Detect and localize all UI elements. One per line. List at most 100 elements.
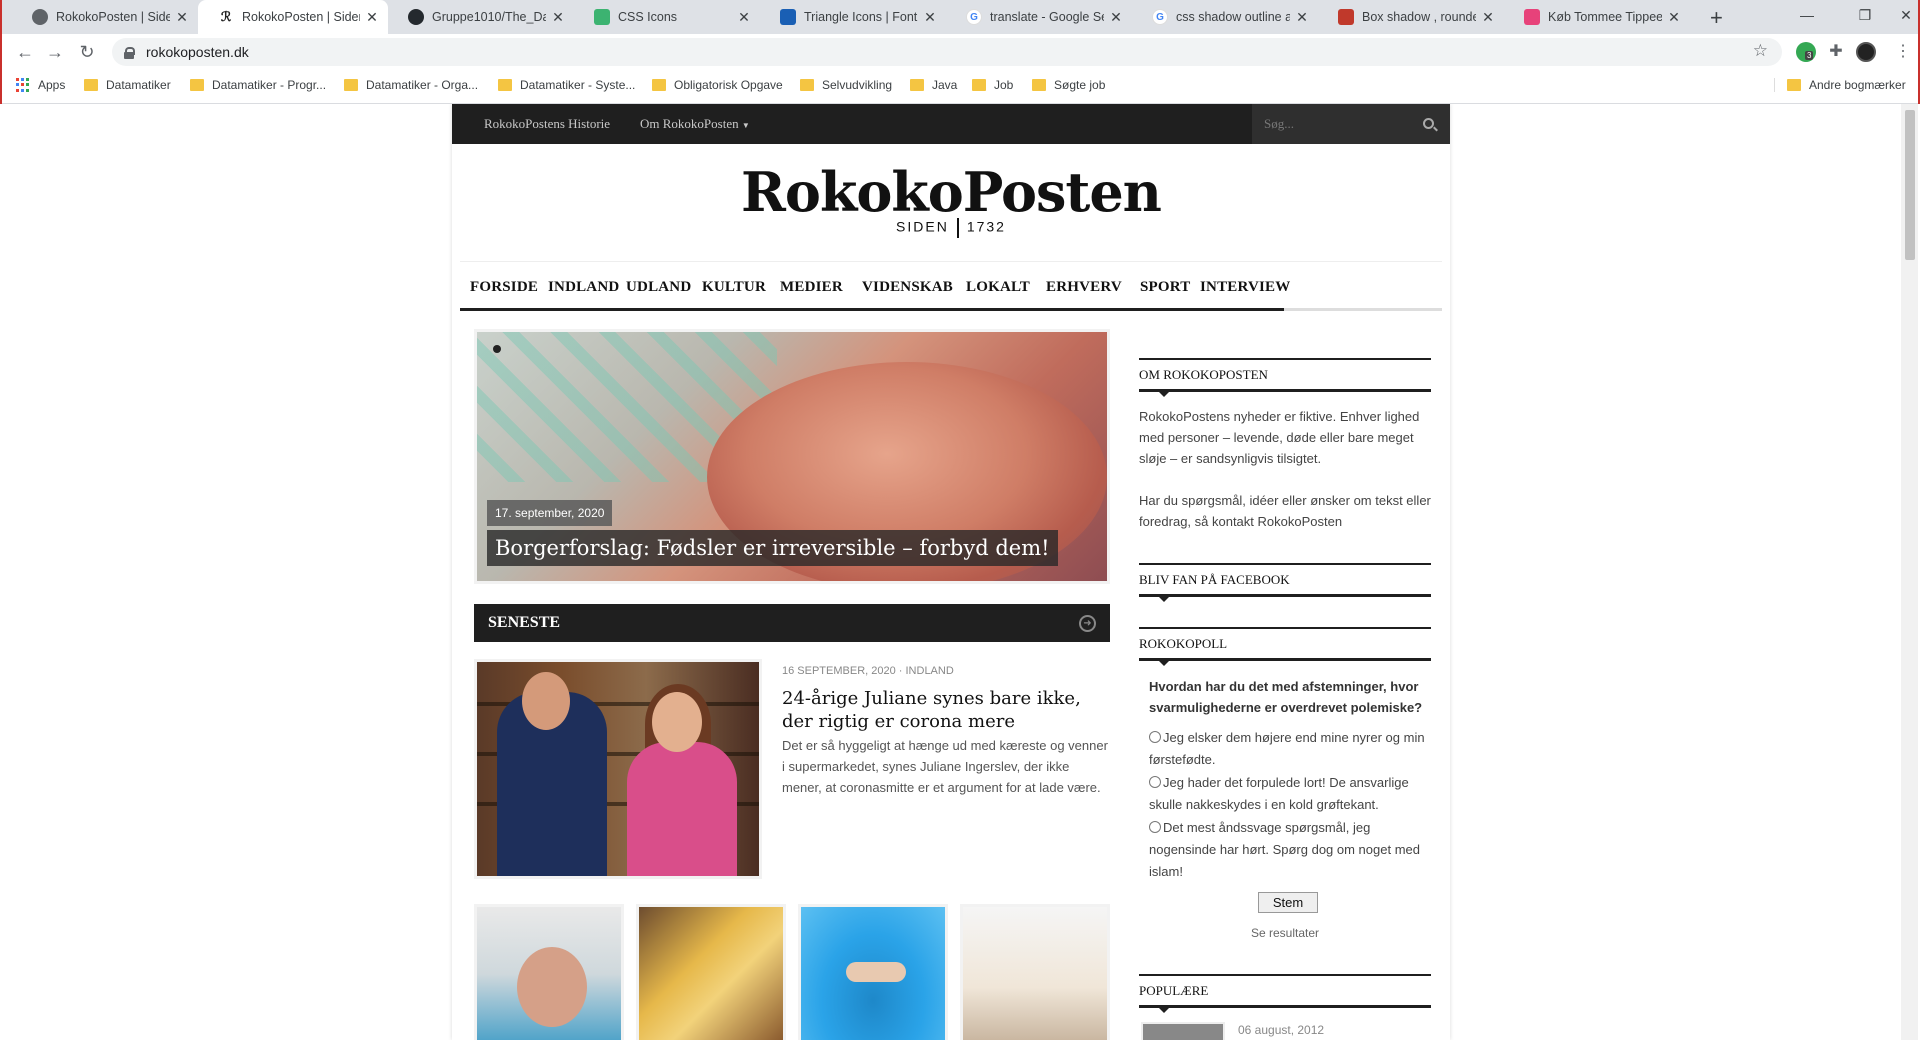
avatar[interactable]	[1856, 42, 1876, 62]
folder-icon	[972, 79, 986, 91]
top-nav: RokokoPostens Historie Om RokokoPosten ▼…	[452, 104, 1450, 144]
close-tab-icon[interactable]: ✕	[736, 9, 752, 26]
caret-down-icon: ▼	[741, 121, 750, 130]
poll-option[interactable]: Jeg hader det forpulede lort! De ansvarl…	[1149, 772, 1431, 816]
article-thumbnail[interactable]	[474, 904, 624, 1040]
close-tab-icon[interactable]: ✕	[174, 9, 190, 26]
folder-icon	[84, 79, 98, 91]
other-bookmarks[interactable]: Andre bogmærker	[1774, 78, 1906, 92]
article-thumbnail[interactable]	[636, 904, 786, 1040]
nav-kultur[interactable]: KULTUR	[702, 279, 766, 296]
extensions-puzzle-icon[interactable]: ✚	[1826, 42, 1846, 62]
nav-interview[interactable]: INTERVIEW	[1200, 279, 1290, 296]
folder-icon	[1032, 79, 1046, 91]
scrollbar[interactable]	[1901, 104, 1918, 1040]
bookmark-star-icon[interactable]: ☆	[1753, 41, 1768, 61]
close-tab-icon[interactable]: ✕	[1480, 9, 1496, 26]
see-results-link[interactable]: Se resultater	[1139, 926, 1431, 940]
tab-favicon-icon	[1524, 9, 1540, 25]
close-tab-icon[interactable]: ✕	[1294, 9, 1310, 26]
back-icon[interactable]: ←	[12, 39, 38, 65]
nav-sport[interactable]: SPORT	[1140, 279, 1190, 296]
restore-icon[interactable]: ❐	[1836, 0, 1894, 30]
bookmark-folder[interactable]: Datamatiker	[84, 78, 171, 92]
arrow-right-icon[interactable]: ➜	[1079, 615, 1096, 632]
bookmark-folder[interactable]: Selvudvikling	[800, 78, 892, 92]
vote-button[interactable]: Stem	[1258, 892, 1318, 913]
bookmarks-bar: Apps Datamatiker Datamatiker - Progr... …	[2, 70, 1918, 104]
article-image[interactable]	[474, 659, 762, 879]
github-icon	[408, 9, 424, 25]
bookmark-folder[interactable]: Datamatiker - Progr...	[190, 78, 326, 92]
apps-icon	[16, 78, 30, 92]
folder-icon	[190, 79, 204, 91]
slider-dot[interactable]	[493, 345, 501, 353]
sidebar-heading: POPULÆRE	[1139, 974, 1431, 1013]
article-thumbnail[interactable]	[798, 904, 948, 1040]
scrollbar-thumb[interactable]	[1905, 110, 1915, 260]
hero-slider[interactable]: 17. september, 2020 Borgerforslag: Fødsl…	[474, 329, 1110, 584]
bookmark-folder[interactable]: Java	[910, 78, 957, 92]
nav-erhverv[interactable]: ERHVERV	[1046, 279, 1122, 296]
tab-bar: RokokoPosten | Siden 1 ✕ ℛ RokokoPosten …	[2, 0, 1918, 34]
close-tab-icon[interactable]: ✕	[364, 9, 380, 26]
sidebar-heading: OM ROKOKOPOSTEN	[1139, 358, 1431, 397]
forward-icon[interactable]: →	[42, 39, 68, 65]
article-excerpt: Det er så hyggeligt at hænge ud med kære…	[782, 738, 1108, 795]
tab[interactable]: Box shadow , rounded ✕	[1318, 0, 1504, 34]
close-window-icon[interactable]: ✕	[1892, 0, 1920, 30]
poll-option[interactable]: Jeg elsker dem højere end mine nyrer og …	[1149, 727, 1431, 771]
topnav-historie[interactable]: RokokoPostens Historie	[484, 104, 610, 144]
search-input[interactable]: Søg...	[1252, 104, 1450, 144]
tab[interactable]: CSS Icons ✕	[574, 0, 760, 34]
bookmark-folder[interactable]: Datamatiker - Orga...	[344, 78, 478, 92]
nav-lokalt[interactable]: LOKALT	[966, 279, 1030, 296]
tab[interactable]: G css shadow outline arou ✕	[1132, 0, 1318, 34]
bookmark-apps[interactable]: Apps	[16, 78, 65, 92]
topnav-om[interactable]: Om RokokoPosten ▼	[640, 104, 750, 146]
folder-icon	[1787, 79, 1801, 91]
tab[interactable]: G translate - Google Sear ✕	[946, 0, 1132, 34]
tab-favicon-icon	[32, 9, 48, 25]
search-icon[interactable]	[1423, 118, 1434, 129]
site-logo[interactable]: RokokoPosten SIDEN 1732	[452, 162, 1450, 238]
radio-button[interactable]	[1149, 821, 1161, 833]
css-icons-favicon-icon	[594, 9, 610, 25]
poll-option[interactable]: Det mest åndssvage spørgsmål, jeg nogens…	[1149, 817, 1431, 883]
tab-active[interactable]: ℛ RokokoPosten | Siden 1 ✕	[198, 0, 388, 34]
bookmark-folder[interactable]: Job	[972, 78, 1013, 92]
tab[interactable]: Triangle Icons | Font Aw ✕	[760, 0, 946, 34]
tab[interactable]: Køb Tommee Tippee S ✕	[1504, 0, 1690, 34]
reload-icon[interactable]: ↻	[74, 39, 100, 65]
close-tab-icon[interactable]: ✕	[1666, 9, 1682, 26]
radio-button[interactable]	[1149, 776, 1161, 788]
sidebar-heading: BLIV FAN PÅ FACEBOOK	[1139, 563, 1431, 602]
close-tab-icon[interactable]: ✕	[922, 9, 938, 26]
nav-udland[interactable]: UDLAND	[626, 279, 691, 296]
extension-shield-icon[interactable]: 3	[1796, 42, 1816, 62]
nav-forside[interactable]: FORSIDE	[470, 279, 538, 296]
tab[interactable]: Gruppe1010/The_Daily ✕	[388, 0, 574, 34]
nav-indland[interactable]: INDLAND	[548, 279, 619, 296]
nav-videnskab[interactable]: VIDENSKAB	[862, 279, 953, 296]
close-tab-icon[interactable]: ✕	[550, 9, 566, 26]
tab[interactable]: RokokoPosten | Siden 1 ✕	[12, 0, 198, 34]
minimize-icon[interactable]: —	[1778, 0, 1836, 30]
popular-thumbnail[interactable]	[1141, 1022, 1225, 1040]
bookmark-folder[interactable]: Datamatiker - Syste...	[498, 78, 635, 92]
bookmark-folder[interactable]: Søgte job	[1032, 78, 1105, 92]
address-bar[interactable]: rokokoposten.dk ☆	[112, 38, 1782, 66]
radio-button[interactable]	[1149, 731, 1161, 743]
contact-link[interactable]: RokokoPosten	[1258, 514, 1343, 529]
menu-icon[interactable]: ⋮	[1890, 39, 1916, 65]
nav-medier[interactable]: MEDIER	[780, 279, 843, 296]
hero-title[interactable]: Borgerforslag: Fødsler er irreversible –…	[487, 530, 1058, 566]
tab-favicon-icon	[1338, 9, 1354, 25]
close-tab-icon[interactable]: ✕	[1108, 9, 1124, 26]
new-tab-icon[interactable]: +	[1710, 5, 1723, 31]
article-title[interactable]: 24-årige Juliane synes bare ikke, der ri…	[782, 687, 1112, 733]
flag-icon	[780, 9, 796, 25]
bookmark-folder[interactable]: Obligatorisk Opgave	[652, 78, 783, 92]
folder-icon	[344, 79, 358, 91]
article-thumbnail[interactable]	[960, 904, 1110, 1040]
